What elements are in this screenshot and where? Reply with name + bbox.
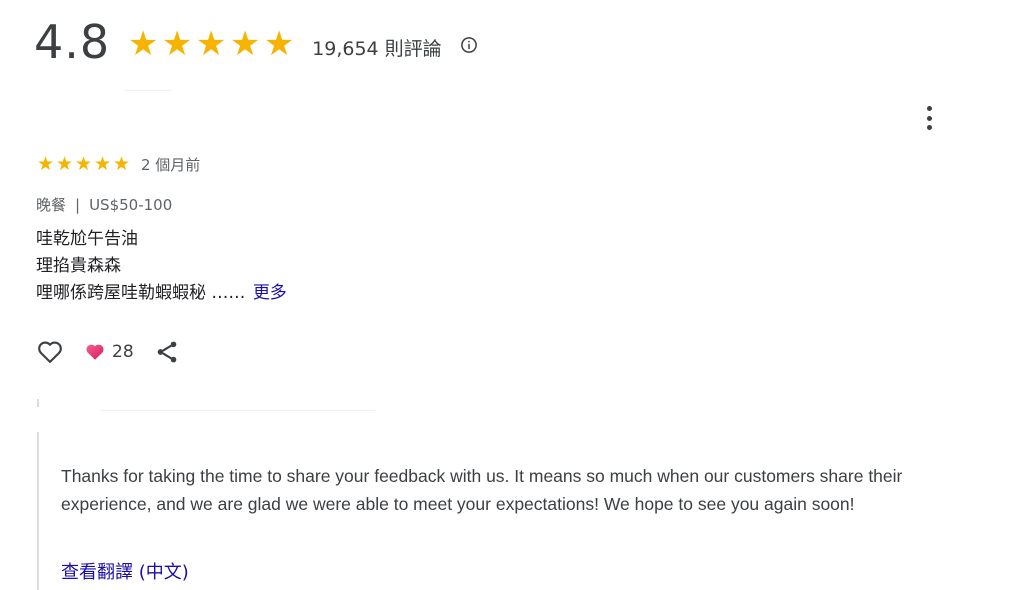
star-icon: ★	[195, 25, 227, 63]
review-line: 哩哪係跨屋哇勒蝦蝦秘 ……	[36, 283, 246, 303]
review-meta: 晚餐 | US$50-100	[36, 194, 172, 215]
review-rating: ★ ★ ★ ★ ★ 2 個月前	[36, 154, 200, 175]
star-icon: ★	[55, 153, 74, 175]
star-icon: ★	[161, 25, 193, 63]
rating-summary: 4.8 ★ ★ ★ ★ ★ 19,654 則評論	[34, 14, 478, 70]
star-icon: ★	[112, 153, 131, 175]
star-icon: ★	[93, 153, 112, 175]
review-time: 2 個月前	[141, 156, 201, 174]
average-rating-stars: ★ ★ ★ ★ ★	[126, 26, 296, 62]
like-heart-outline-icon[interactable]	[36, 338, 64, 366]
more-vert-icon[interactable]	[918, 104, 940, 132]
translate-link[interactable]: 查看翻譯 (中文)	[61, 558, 189, 584]
review-line: 理掐貴森森	[36, 256, 121, 276]
like-count: 28	[84, 341, 134, 363]
star-icon: ★	[229, 25, 261, 63]
star-icon: ★	[36, 153, 55, 175]
review-line-last: 哩哪係跨屋哇勒蝦蝦秘 …… 更多	[36, 280, 287, 307]
owner-reply: Thanks for taking the time to share your…	[37, 432, 979, 590]
heart-reaction-icon	[86, 344, 104, 360]
review-body: 哇乾尬午告油 理掐貴森森 哩哪係跨屋哇勒蝦蝦秘 …… 更多	[36, 226, 287, 307]
star-icon: ★	[74, 153, 93, 175]
divider	[37, 399, 39, 407]
star-icon: ★	[127, 25, 159, 63]
like-number: 28	[112, 342, 134, 362]
review-actions: 28	[36, 338, 180, 366]
more-link[interactable]: 更多	[253, 283, 287, 303]
reply-text: Thanks for taking the time to share your…	[61, 466, 903, 514]
review-line: 哇乾尬午告油	[36, 229, 138, 249]
average-rating: 4.8	[34, 15, 111, 69]
divider	[124, 90, 172, 91]
meal-type: 晚餐	[36, 196, 67, 214]
star-icon: ★	[263, 25, 295, 63]
divider	[100, 410, 375, 411]
review-count: 19,654 則評論	[312, 37, 442, 60]
info-icon[interactable]	[460, 36, 478, 54]
share-icon[interactable]	[154, 339, 180, 365]
price-range: US$50-100	[89, 195, 173, 214]
meta-separator: |	[75, 195, 81, 214]
